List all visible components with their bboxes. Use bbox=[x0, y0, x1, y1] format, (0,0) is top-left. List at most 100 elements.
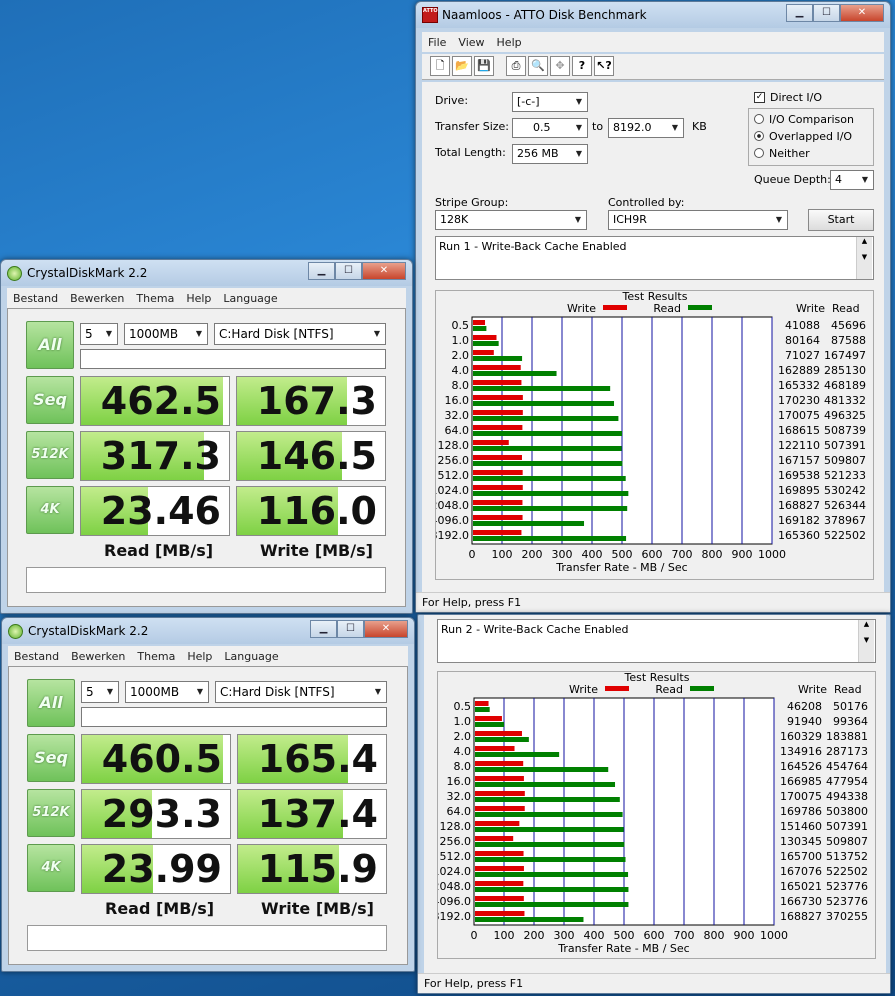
menu-language[interactable]: Language bbox=[224, 650, 278, 663]
count-select[interactable]: 5 ▼ bbox=[81, 681, 119, 703]
menu-view[interactable]: View bbox=[458, 36, 484, 49]
all-button[interactable]: All bbox=[27, 679, 75, 727]
seq-button[interactable]: Seq bbox=[26, 376, 74, 424]
save-icon[interactable]: 💾 bbox=[474, 56, 494, 76]
size-select[interactable]: 1000MB ▼ bbox=[124, 323, 208, 345]
x-tick-label: 400 bbox=[584, 929, 605, 942]
read-bar bbox=[473, 536, 627, 541]
controlled-by-select[interactable]: ICH9R ▼ bbox=[608, 210, 788, 230]
read-value: 285130 bbox=[824, 364, 866, 377]
new-file-icon[interactable]: 🗋 bbox=[430, 56, 450, 76]
read-value: 521233 bbox=[824, 469, 866, 482]
category-label: 64.0 bbox=[445, 424, 470, 437]
category-label: 512.0 bbox=[438, 469, 470, 482]
comment-field[interactable] bbox=[81, 707, 387, 727]
x-tick-label: 800 bbox=[702, 548, 723, 561]
drive-select[interactable]: C:Hard Disk [NTFS] ▼ bbox=[215, 681, 387, 703]
drive-select[interactable]: [-c-] ▼ bbox=[512, 92, 588, 112]
atto-window-2: Run 2 - Write-Back Cache Enabled ▲ ▼ Test… bbox=[417, 614, 891, 994]
minimize-button[interactable]: ▁ bbox=[308, 262, 335, 280]
results-chart-run1: Test ResultsWrite Read Write Read0 100 200 300… bbox=[431, 290, 867, 574]
write-column-header: Write bbox=[796, 302, 825, 315]
menu-help[interactable]: Help bbox=[187, 650, 212, 663]
menu-file[interactable]: File bbox=[428, 36, 446, 49]
close-button[interactable]: ✕ bbox=[840, 4, 884, 22]
write-value: 170230 bbox=[778, 394, 820, 407]
menu-bestand[interactable]: Bestand bbox=[14, 650, 59, 663]
read-bar bbox=[475, 887, 629, 892]
menu-bewerken[interactable]: Bewerken bbox=[70, 292, 124, 305]
all-button[interactable]: All bbox=[26, 321, 74, 369]
read-value: 481332 bbox=[824, 394, 866, 407]
io-comparison-radio[interactable] bbox=[754, 114, 764, 124]
4k-button[interactable]: 4K bbox=[26, 486, 74, 534]
category-label: 2048.0 bbox=[436, 499, 469, 512]
write-bar bbox=[473, 395, 523, 400]
maximize-button[interactable]: ☐ bbox=[337, 620, 364, 638]
write-value: 46208 bbox=[787, 700, 822, 713]
transfer-to-select[interactable]: 8192.0 ▼ bbox=[608, 118, 684, 138]
menu-thema[interactable]: Thema bbox=[136, 292, 174, 305]
menu-thema[interactable]: Thema bbox=[137, 650, 175, 663]
read-bar bbox=[475, 812, 623, 817]
close-button[interactable]: ✕ bbox=[362, 262, 406, 280]
atto-titlebar[interactable]: ATTO Naamloos - ATTO Disk Benchmark ▁ ☐ … bbox=[416, 2, 890, 28]
menu-language[interactable]: Language bbox=[223, 292, 277, 305]
category-label: 0.5 bbox=[454, 700, 472, 713]
queue-depth-select[interactable]: 4 ▼ bbox=[830, 170, 874, 190]
read-bar bbox=[473, 491, 629, 496]
open-folder-icon[interactable]: 📂 bbox=[452, 56, 472, 76]
seq-read-value: 460.5 bbox=[81, 734, 231, 784]
move-icon[interactable]: ✥ bbox=[550, 56, 570, 76]
write-bar bbox=[475, 851, 524, 856]
read-bar bbox=[475, 872, 629, 877]
maximize-button[interactable]: ☐ bbox=[813, 4, 840, 22]
about-icon[interactable]: ? bbox=[572, 56, 592, 76]
neither-radio[interactable] bbox=[754, 148, 764, 158]
comment-field[interactable] bbox=[80, 349, 386, 369]
read-column-label: Read [MB/s] bbox=[104, 541, 214, 560]
category-label: 16.0 bbox=[447, 775, 472, 788]
write-bar bbox=[473, 380, 522, 385]
4k-button[interactable]: 4K bbox=[27, 844, 75, 892]
total-length-select[interactable]: 256 MB ▼ bbox=[512, 144, 588, 164]
run1-description[interactable]: Run 1 - Write-Back Cache Enabled ▲ ▼ bbox=[435, 236, 874, 280]
overlapped-io-radio[interactable] bbox=[754, 131, 764, 141]
print-icon[interactable]: ⎙ bbox=[506, 56, 526, 76]
512k-read-value: 293.3 bbox=[81, 789, 231, 839]
stripe-group-select[interactable]: 128K ▼ bbox=[435, 210, 587, 230]
cdm-titlebar[interactable]: CrystalDiskMark 2.2 ▁ ☐ ✕ bbox=[1, 260, 412, 286]
seq-button[interactable]: Seq bbox=[27, 734, 75, 782]
512k-button[interactable]: 512K bbox=[26, 431, 74, 479]
close-button[interactable]: ✕ bbox=[364, 620, 408, 638]
atto-settings-panel: Drive: [-c-] ▼ Transfer Size: 0.5 ▼ to 819… bbox=[422, 82, 884, 592]
menu-help[interactable]: Help bbox=[497, 36, 522, 49]
read-bar bbox=[475, 917, 584, 922]
print-preview-icon[interactable]: 🔍 bbox=[528, 56, 548, 76]
cdm-titlebar[interactable]: CrystalDiskMark 2.2 ▁ ☐ ✕ bbox=[2, 618, 414, 644]
category-label: 8.0 bbox=[454, 760, 472, 773]
run2-description[interactable]: Run 2 - Write-Back Cache Enabled ▲ ▼ bbox=[437, 619, 876, 663]
direct-io-checkbox[interactable]: ✓ bbox=[754, 92, 765, 103]
size-select[interactable]: 1000MB ▼ bbox=[125, 681, 209, 703]
transfer-from-select[interactable]: 0.5 ▼ bbox=[512, 118, 588, 138]
context-help-icon[interactable]: ↖? bbox=[594, 56, 614, 76]
x-tick-label: 100 bbox=[494, 929, 515, 942]
menu-bestand[interactable]: Bestand bbox=[13, 292, 58, 305]
512k-button[interactable]: 512K bbox=[27, 789, 75, 837]
write-value: 169182 bbox=[778, 514, 820, 527]
minimize-button[interactable]: ▁ bbox=[786, 4, 813, 22]
write-bar bbox=[473, 455, 522, 460]
io-comparison-label: I/O Comparison bbox=[769, 113, 854, 126]
menu-bewerken[interactable]: Bewerken bbox=[71, 650, 125, 663]
drive-select[interactable]: C:Hard Disk [NTFS] ▼ bbox=[214, 323, 386, 345]
x-tick-label: 500 bbox=[612, 548, 633, 561]
write-value: 168827 bbox=[780, 910, 822, 923]
menu-help[interactable]: Help bbox=[186, 292, 211, 305]
count-select[interactable]: 5 ▼ bbox=[80, 323, 118, 345]
maximize-button[interactable]: ☐ bbox=[335, 262, 362, 280]
minimize-button[interactable]: ▁ bbox=[310, 620, 337, 638]
write-bar bbox=[473, 470, 523, 475]
read-bar bbox=[475, 782, 616, 787]
start-button[interactable]: Start bbox=[808, 209, 874, 231]
